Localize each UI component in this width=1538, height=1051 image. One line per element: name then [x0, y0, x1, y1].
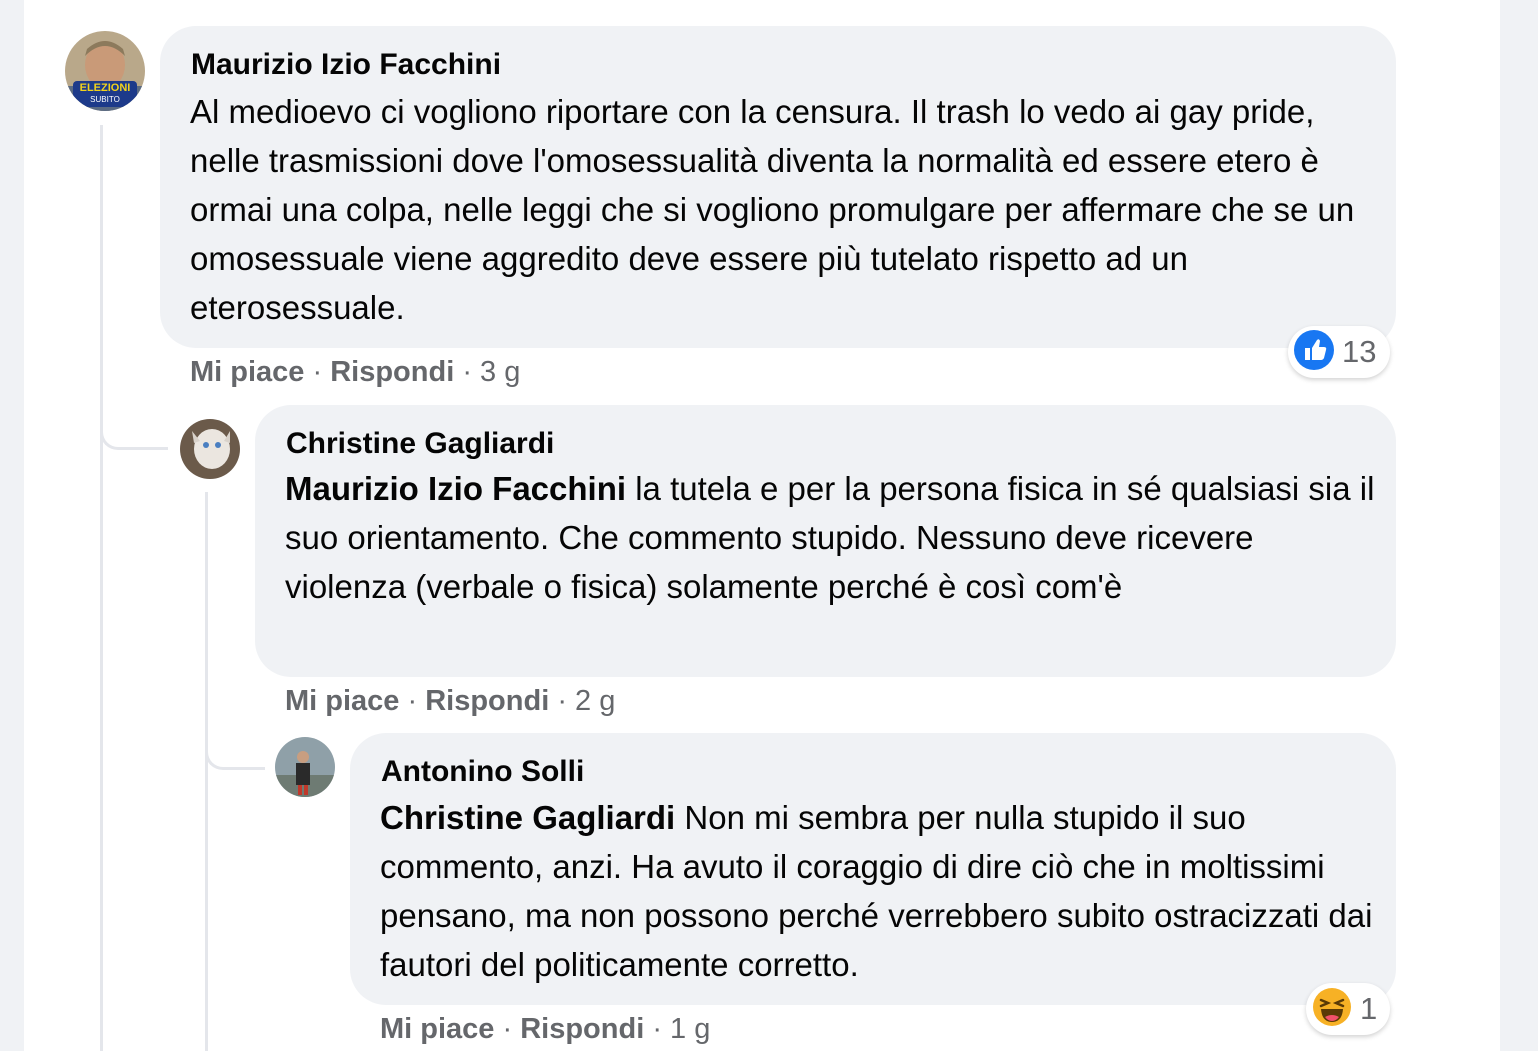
timestamp[interactable]: 2 g: [575, 685, 615, 717]
separator: ·: [502, 1013, 521, 1045]
comment-text: Maurizio Izio Facchini la tutela e per l…: [285, 470, 1375, 605]
thumbs-up-icon: [1294, 329, 1334, 375]
reaction-summary[interactable]: 13: [1288, 326, 1390, 378]
separator: ·: [312, 356, 331, 388]
reaction-count: 13: [1342, 334, 1377, 369]
comment-actions: Mi piace · Rispondi · 3 g: [190, 356, 520, 389]
avatar-christine[interactable]: [180, 419, 240, 479]
like-button[interactable]: Mi piace: [190, 356, 304, 388]
like-button[interactable]: Mi piace: [285, 685, 399, 717]
avatar-badge: ELEZIONI SUBITO: [73, 81, 137, 107]
thread-line-main: [100, 125, 103, 1051]
timestamp[interactable]: 3 g: [480, 356, 520, 388]
comment-text: Al medioevo ci vogliono riportare con la…: [190, 93, 1355, 326]
reaction-count: 1: [1360, 991, 1378, 1026]
like-button[interactable]: Mi piace: [380, 1013, 494, 1045]
thread-elbow-reply-2: [205, 720, 265, 770]
separator: ·: [557, 685, 576, 717]
reply-button[interactable]: Rispondi: [330, 356, 454, 388]
reply-button[interactable]: Rispondi: [425, 685, 549, 717]
comment-author[interactable]: Antonino Solli: [381, 755, 584, 789]
mention-link[interactable]: Maurizio Izio Facchini: [285, 470, 626, 507]
separator: ·: [462, 356, 481, 388]
reply-button[interactable]: Rispondi: [520, 1013, 644, 1045]
comment-actions: Mi piace · Rispondi · 1 g: [380, 1013, 710, 1046]
thread-elbow-reply-1: [100, 395, 168, 450]
timestamp[interactable]: 1 g: [670, 1013, 710, 1045]
comment-actions: Mi piace · Rispondi · 2 g: [285, 685, 615, 718]
separator: ·: [407, 685, 426, 717]
comment-author[interactable]: Christine Gagliardi: [286, 427, 554, 461]
comment-text: Christine Gagliardi Non mi sembra per nu…: [380, 799, 1373, 983]
avatar-maurizio[interactable]: ELEZIONI SUBITO: [65, 31, 145, 111]
avatar-antonino[interactable]: [275, 737, 335, 797]
laughing-emoji-icon: [1312, 987, 1352, 1032]
reaction-summary[interactable]: 1: [1306, 983, 1390, 1035]
mention-link[interactable]: Christine Gagliardi: [380, 799, 675, 836]
separator: ·: [652, 1013, 671, 1045]
thread-line-reply-1: [205, 492, 208, 1051]
comment-author[interactable]: Maurizio Izio Facchini: [191, 48, 501, 82]
